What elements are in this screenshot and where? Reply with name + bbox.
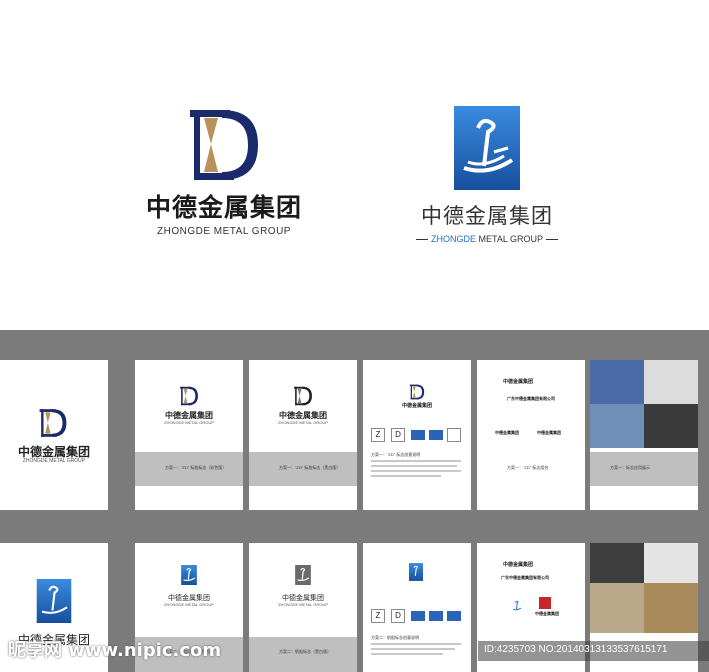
page-chinese-name: 中德金属集团 — [401, 403, 432, 409]
shopping-bag-photo — [644, 543, 698, 583]
zd-logo-icon — [409, 384, 425, 400]
thumbnail-page[interactable]: 方案一：标志应用展示 — [590, 360, 698, 510]
page-english-name: ZHONGDE METAL GROUP — [164, 420, 214, 425]
page-caption: 方案二：帆船标志创意说明 — [371, 635, 419, 640]
ship-logo-bw-icon — [295, 565, 311, 585]
signage-photo — [644, 583, 698, 633]
combo-label: 广东中德金属集团有限公司 — [507, 396, 555, 401]
blue-tile — [411, 611, 425, 621]
signage-photo — [644, 404, 698, 448]
text-line — [371, 465, 457, 467]
combo-label: 广东中德金属集团有限公司 — [501, 575, 549, 580]
thumbnail-page[interactable]: Z D 方案二：帆船标志创意说明 — [363, 543, 471, 672]
zd-logo-bw-icon — [294, 386, 312, 406]
image-id-text: ID:4235703 NO:20140313133537615171 — [484, 644, 668, 655]
english-accent: ZHONGDE — [430, 234, 476, 244]
letter-tile: Z — [371, 428, 385, 442]
shopping-bag-photo — [644, 360, 698, 404]
zd-logo-icon — [39, 409, 67, 437]
page-caption: 方案一：标志应用展示 — [610, 465, 650, 470]
text-line — [371, 475, 441, 477]
blue-tile — [429, 430, 443, 440]
combo-label: 中德金属集团 — [535, 611, 559, 616]
page-caption: 方案一："ZD" 标准标志（黑白版） — [279, 465, 341, 470]
page-english-name: ZHONGDE METAL GROUP — [278, 602, 328, 607]
combo-label: 中德金属集团 — [495, 430, 519, 435]
blue-tile — [429, 611, 443, 621]
logo-ship: 中德金属集团 ZHONGDE METAL GROUP — [412, 106, 562, 244]
thumbnail-page[interactable]: 中德金属集团 Z D 方案一："ZD" 标志创意说明 — [363, 360, 471, 510]
rollup-banner-photo — [590, 583, 644, 633]
logo-a-english-name: ZHONGDE METAL GROUP — [157, 226, 291, 237]
combo-label: 中德金属集团 — [503, 562, 534, 568]
logo-b-chinese-name: 中德金属集团 — [421, 204, 553, 228]
ship-logo-icon — [409, 563, 423, 581]
text-line — [371, 460, 461, 462]
billboard-photo — [590, 404, 644, 448]
red-logo-block — [539, 597, 551, 609]
text-line — [371, 648, 455, 650]
thumbnail-page[interactable]: 中德金属集团 ZHONGDE METAL GROUP 方案一："ZD" 标准标志… — [135, 360, 243, 510]
site-watermark: 昵享网 www.nipic.com — [8, 640, 222, 661]
ship-logo-icon — [454, 106, 520, 190]
business-card-photo — [590, 543, 644, 583]
page-caption: 方案一："ZD" 标志组合 — [507, 465, 549, 470]
combo-label: 中德金属集团 — [503, 379, 534, 385]
page-caption: 方案一："ZD" 标准标志（彩色版） — [165, 465, 227, 470]
zd-logo-icon — [180, 386, 198, 406]
page-caption: 方案一："ZD" 标志创意说明 — [371, 452, 421, 457]
text-line — [371, 643, 461, 645]
ship-logo-icon — [181, 565, 197, 585]
thumbnail-page[interactable]: 中德金属集团 ZHONGDE METAL GROUP 方案二：帆船标志（黑白版） — [249, 543, 357, 672]
divider-line — [415, 238, 428, 240]
page-english-name: ZHONGDE METAL GROUP — [22, 458, 86, 464]
combo-label: 中德金属集团 — [537, 430, 561, 435]
logo-b-english-name: ZHONGDE METAL GROUP — [428, 234, 546, 244]
thumbnail-page[interactable]: 中德金属集团 ZHONGDE METAL GROUP — [0, 360, 108, 510]
ship-logo-icon — [36, 579, 72, 623]
thumbnail-page[interactable]: 中德金属集团 ZHONGDE METAL GROUP 方案一："ZD" 标准标志… — [249, 360, 357, 510]
text-line — [371, 470, 461, 472]
ship-logo-icon — [513, 600, 522, 611]
letter-tile: D — [391, 428, 405, 442]
business-card-photo — [590, 360, 644, 404]
logo-a-chinese-name: 中德金属集团 — [145, 193, 302, 222]
blue-tile — [447, 611, 461, 621]
letter-tile: Z — [371, 609, 385, 623]
logo-tile — [447, 428, 461, 442]
zd-logo-icon — [190, 110, 258, 180]
divider-line — [546, 238, 558, 240]
hero-section: 中德金属集团 ZHONGDE METAL GROUP 中德金属集团 ZHONGD… — [0, 0, 709, 330]
logo-b-english-row: ZHONGDE METAL GROUP — [412, 234, 562, 244]
page-english-name: ZHONGDE METAL GROUP — [164, 602, 214, 607]
text-line — [371, 653, 443, 655]
thumbnail-page[interactable]: 中德金属集团 广东中德金属集团有限公司 中德金属集团 中德金属集团 方案一："Z… — [477, 360, 585, 510]
page-english-name: ZHONGDE METAL GROUP — [278, 420, 328, 425]
english-rest: METAL GROUP — [475, 234, 543, 244]
blue-tile — [411, 430, 425, 440]
letter-tile: D — [391, 609, 405, 623]
page-caption: 方案二：帆船标志（黑白版） — [279, 649, 331, 654]
logo-zd: 中德金属集团 ZHONGDE METAL GROUP — [140, 108, 308, 237]
